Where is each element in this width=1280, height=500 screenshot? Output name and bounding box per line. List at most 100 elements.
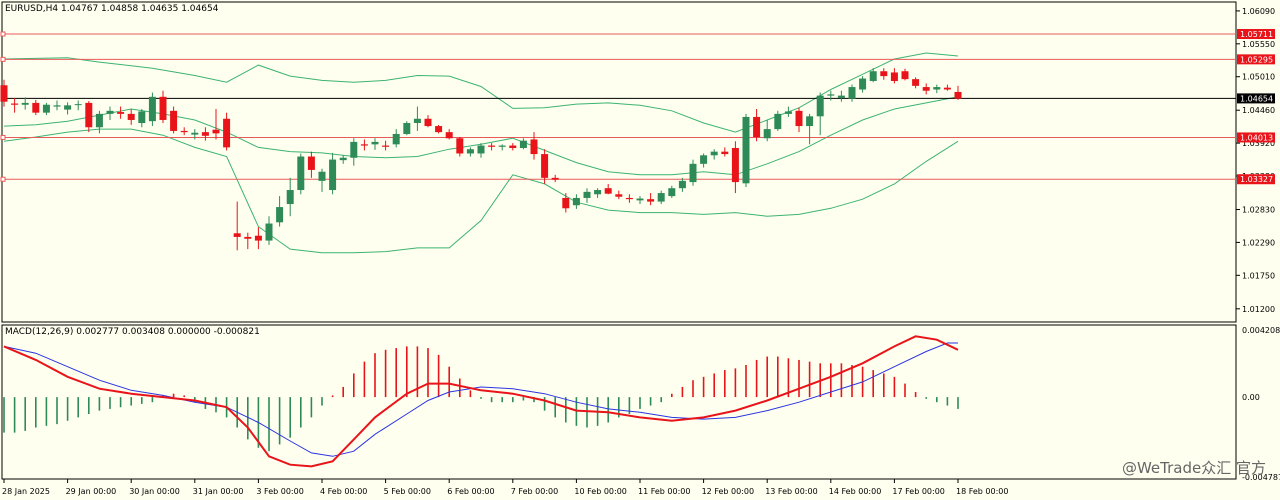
candle-body: [32, 102, 40, 113]
y-tick-label: 1.01750: [1242, 271, 1275, 280]
x-tick-label: 14 Feb 00:00: [829, 487, 881, 496]
x-tick-label: 18 Feb 00:00: [956, 487, 1008, 496]
candle-body: [880, 71, 888, 77]
candle-body: [127, 113, 135, 120]
candle-body: [95, 113, 103, 128]
candle-body: [954, 91, 962, 99]
candle-body: [159, 96, 167, 120]
candle-body: [371, 141, 379, 145]
candle-body: [519, 140, 527, 148]
level-price-label: 1.05711: [1240, 30, 1273, 39]
candle-body: [170, 110, 178, 131]
candle-body: [413, 118, 421, 124]
candle-body: [901, 71, 909, 80]
candle-body: [191, 132, 199, 135]
price-chart[interactable]: 1.060901.055501.050101.044601.039201.033…: [0, 0, 1280, 500]
candle-body: [456, 138, 464, 154]
candle-body: [509, 145, 517, 148]
candle-body: [530, 139, 538, 155]
candle-body: [636, 198, 644, 201]
level-handle: [0, 31, 6, 37]
candle-body: [583, 191, 591, 198]
candle-body: [742, 116, 750, 184]
candle-body: [201, 132, 209, 136]
candle-body: [254, 235, 262, 241]
candle-body: [233, 233, 241, 237]
candle-body: [700, 155, 708, 164]
candle-body: [774, 113, 782, 130]
candle-body: [594, 190, 602, 195]
candle-body: [668, 188, 676, 197]
current-price-label: 1.04654: [1240, 94, 1273, 103]
candle-body: [922, 87, 930, 91]
x-tick-label: 29 Jan 00:00: [66, 487, 117, 496]
candle-body: [180, 130, 188, 133]
level-price-label: 1.03327: [1240, 175, 1273, 184]
macd-y-tick-label: 0.004208: [1242, 326, 1280, 335]
candle-body: [392, 133, 400, 145]
candle-body: [498, 145, 506, 147]
candle-body: [572, 197, 580, 206]
x-tick-label: 13 Feb 00:00: [765, 487, 817, 496]
candle-body: [435, 126, 443, 133]
y-tick-label: 1.01200: [1242, 305, 1275, 314]
y-tick-label: 1.02830: [1242, 206, 1275, 215]
candle-body: [276, 207, 284, 223]
candle-body: [710, 151, 718, 156]
candle-body: [859, 78, 867, 90]
candle-body: [117, 112, 125, 114]
x-tick-label: 4 Feb 00:00: [320, 487, 367, 496]
level-handle: [0, 176, 6, 182]
x-tick-label: 6 Feb 00:00: [447, 487, 494, 496]
candle-body: [477, 145, 485, 154]
candle-body: [85, 102, 93, 128]
candle-body: [212, 129, 220, 134]
candle-body: [763, 129, 771, 139]
candle-body: [816, 95, 824, 117]
x-tick-label: 10 Feb 00:00: [574, 487, 626, 496]
y-tick-label: 1.02290: [1242, 238, 1275, 247]
candle-body: [806, 116, 814, 127]
candle-body: [647, 199, 655, 202]
x-tick-label: 11 Feb 00:00: [638, 487, 690, 496]
candle-body: [604, 188, 612, 194]
x-tick-label: 31 Jan 00:00: [193, 487, 244, 496]
level-price-label: 1.04013: [1240, 133, 1273, 142]
candle-body: [53, 105, 61, 107]
candle-body: [42, 104, 50, 113]
candle-body: [0, 85, 8, 102]
candle-body: [21, 102, 29, 105]
candle-body: [106, 110, 114, 114]
candle-body: [933, 87, 941, 90]
candle-body: [64, 105, 72, 110]
candle-body: [551, 177, 559, 180]
candle-body: [657, 193, 665, 202]
y-tick-label: 1.05010: [1242, 73, 1275, 82]
candle-body: [350, 141, 358, 158]
x-tick-label: 7 Feb 00:00: [511, 487, 558, 496]
x-tick-label: 12 Feb 00:00: [702, 487, 754, 496]
candle-body: [615, 194, 623, 197]
candle-body: [148, 96, 156, 122]
candle-body: [74, 104, 82, 106]
candle-body: [795, 110, 803, 127]
candle-body: [689, 163, 697, 183]
candle-body: [912, 79, 920, 86]
candle-body: [223, 118, 231, 148]
x-tick-label: 5 Feb 00:00: [384, 487, 431, 496]
candle-body: [138, 111, 146, 124]
candle-body: [382, 145, 390, 147]
candle-body: [329, 159, 337, 191]
x-tick-label: 30 Jan 00:00: [129, 487, 180, 496]
x-tick-label: 28 Jan 2025: [2, 487, 50, 496]
candle-body: [678, 180, 686, 189]
candle-body: [11, 103, 19, 105]
x-tick-label: 17 Feb 00:00: [892, 487, 944, 496]
candle-body: [307, 156, 315, 170]
candle-body: [445, 132, 453, 139]
candle-body: [827, 94, 835, 96]
candle-body: [297, 156, 305, 191]
y-tick-label: 1.04460: [1242, 106, 1275, 115]
y-tick-label: 1.06090: [1242, 7, 1275, 16]
level-handle: [0, 56, 6, 62]
